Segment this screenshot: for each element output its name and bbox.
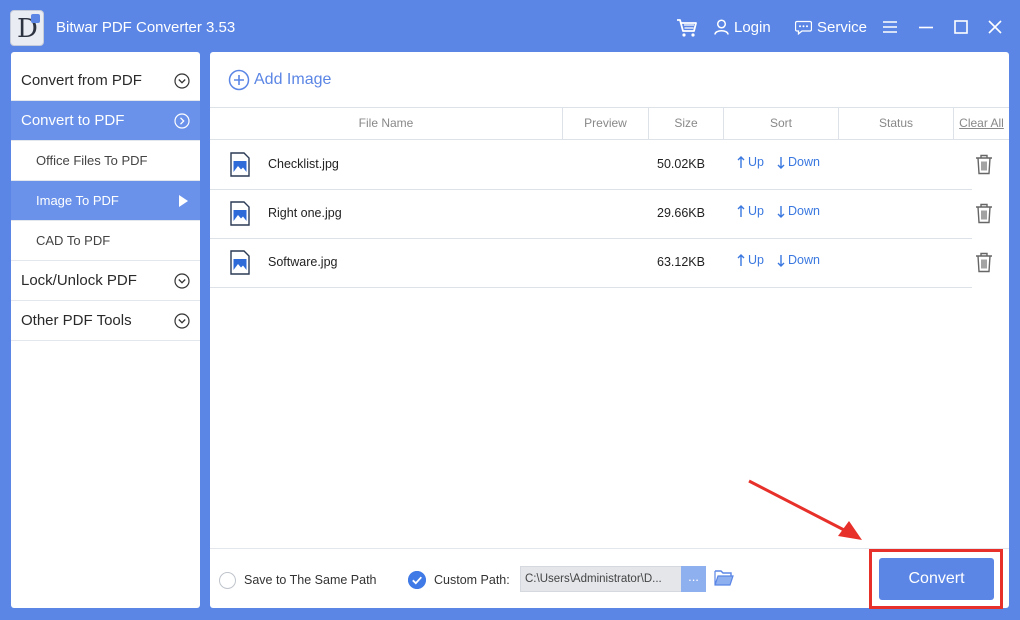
sidebar-item-other-tools[interactable]: Other PDF Tools <box>11 301 200 341</box>
chat-bubble-icon <box>795 20 812 35</box>
user-icon <box>714 19 729 35</box>
custom-path-checkbox[interactable] <box>408 571 426 589</box>
move-up-link[interactable]: Up <box>737 155 764 169</box>
same-path-label: Save to The Same Path <box>244 573 377 587</box>
sidebar-item-convert-from-pdf[interactable]: Convert from PDF <box>11 52 200 101</box>
sidebar-subitem-office-files[interactable]: Office Files To PDF <box>11 141 200 181</box>
service-label: Service <box>817 18 868 36</box>
clear-all-link[interactable]: Clear All <box>954 108 1009 139</box>
arrow-right-icon <box>179 195 188 207</box>
sidebar-subitem-label: Office Files To PDF <box>36 153 148 168</box>
maximize-icon[interactable] <box>952 18 970 36</box>
chevron-right-icon <box>174 112 190 129</box>
app-logo: D <box>10 10 44 46</box>
image-file-icon <box>230 250 250 275</box>
custom-path-label: Custom Path: <box>434 573 510 587</box>
arrow-up-icon <box>737 204 745 217</box>
move-up-link[interactable]: Up <box>737 204 764 218</box>
cart-icon[interactable] <box>676 18 698 38</box>
move-down-link[interactable]: Down <box>777 155 820 169</box>
move-up-link[interactable]: Up <box>737 253 764 267</box>
sidebar-item-convert-to-pdf[interactable]: Convert to PDF <box>11 101 200 141</box>
login-label: Login <box>734 18 771 36</box>
column-size: Size <box>649 108 724 139</box>
login-button[interactable]: Login <box>714 16 771 38</box>
trash-icon[interactable] <box>974 153 994 175</box>
column-file-name: File Name <box>210 108 563 139</box>
arrow-up-icon <box>737 155 745 168</box>
column-preview: Preview <box>563 108 649 139</box>
column-status: Status <box>839 108 954 139</box>
browse-path-button[interactable]: ... <box>681 566 706 592</box>
sidebar-item-lock-unlock[interactable]: Lock/Unlock PDF <box>11 261 200 301</box>
table-row: Checklist.jpg 50.02KB Up Down <box>210 141 972 190</box>
title-bar: D Bitwar PDF Converter 3.53 Login Servic… <box>0 0 1020 54</box>
sidebar-subitem-image-to-pdf[interactable]: Image To PDF <box>11 181 200 221</box>
menu-icon[interactable] <box>881 18 899 36</box>
close-icon[interactable] <box>986 18 1004 36</box>
minimize-icon[interactable] <box>917 18 935 36</box>
chevron-down-icon <box>174 73 190 89</box>
arrow-down-icon <box>777 254 785 267</box>
trash-icon[interactable] <box>974 202 994 224</box>
column-sort: Sort <box>724 108 839 139</box>
file-name: Right one.jpg <box>268 206 342 220</box>
sidebar-subitem-cad-to-pdf[interactable]: CAD To PDF <box>11 221 200 261</box>
chevron-down-icon <box>174 272 190 289</box>
main-panel: Add Image File Name Preview Size Sort St… <box>210 52 1009 608</box>
move-down-link[interactable]: Down <box>777 204 820 218</box>
table-row: Right one.jpg 29.66KB Up Down <box>210 190 972 239</box>
chevron-down-icon <box>174 312 190 329</box>
table-row: Software.jpg 63.12KB Up Down <box>210 239 972 288</box>
arrow-up-icon <box>737 253 745 266</box>
sidebar-item-label: Other PDF Tools <box>21 312 132 329</box>
add-image-button[interactable]: Add Image <box>228 69 331 91</box>
convert-button[interactable]: Convert <box>879 558 994 600</box>
sidebar-subitem-label: CAD To PDF <box>36 233 111 248</box>
sidebar-item-label: Convert from PDF <box>21 72 142 89</box>
add-image-label: Add Image <box>254 71 332 88</box>
image-file-icon <box>230 201 250 226</box>
add-circle-icon <box>228 69 250 91</box>
output-path-field[interactable]: C:\Users\Administrator\D... <box>520 566 682 592</box>
file-size: 50.02KB <box>657 157 705 171</box>
move-down-link[interactable]: Down <box>777 253 820 267</box>
image-file-icon <box>230 152 250 177</box>
folder-open-icon[interactable] <box>714 569 734 586</box>
arrow-down-icon <box>777 205 785 218</box>
arrow-down-icon <box>777 156 785 169</box>
file-name: Checklist.jpg <box>268 157 339 171</box>
app-title: Bitwar PDF Converter 3.53 <box>56 19 236 36</box>
file-size: 63.12KB <box>657 255 705 269</box>
same-path-radio[interactable] <box>219 572 236 589</box>
sidebar-subitem-label: Image To PDF <box>36 193 119 208</box>
file-size: 29.66KB <box>657 206 705 220</box>
file-name: Software.jpg <box>268 255 338 269</box>
sidebar-item-label: Lock/Unlock PDF <box>21 272 137 289</box>
sidebar-item-label: Convert to PDF <box>21 112 125 129</box>
service-button[interactable]: Service <box>795 16 867 38</box>
table-header: File Name Preview Size Sort Status Clear… <box>210 107 1009 140</box>
trash-icon[interactable] <box>974 251 994 273</box>
sidebar: Convert from PDF Convert to PDF Office F… <box>11 52 200 608</box>
